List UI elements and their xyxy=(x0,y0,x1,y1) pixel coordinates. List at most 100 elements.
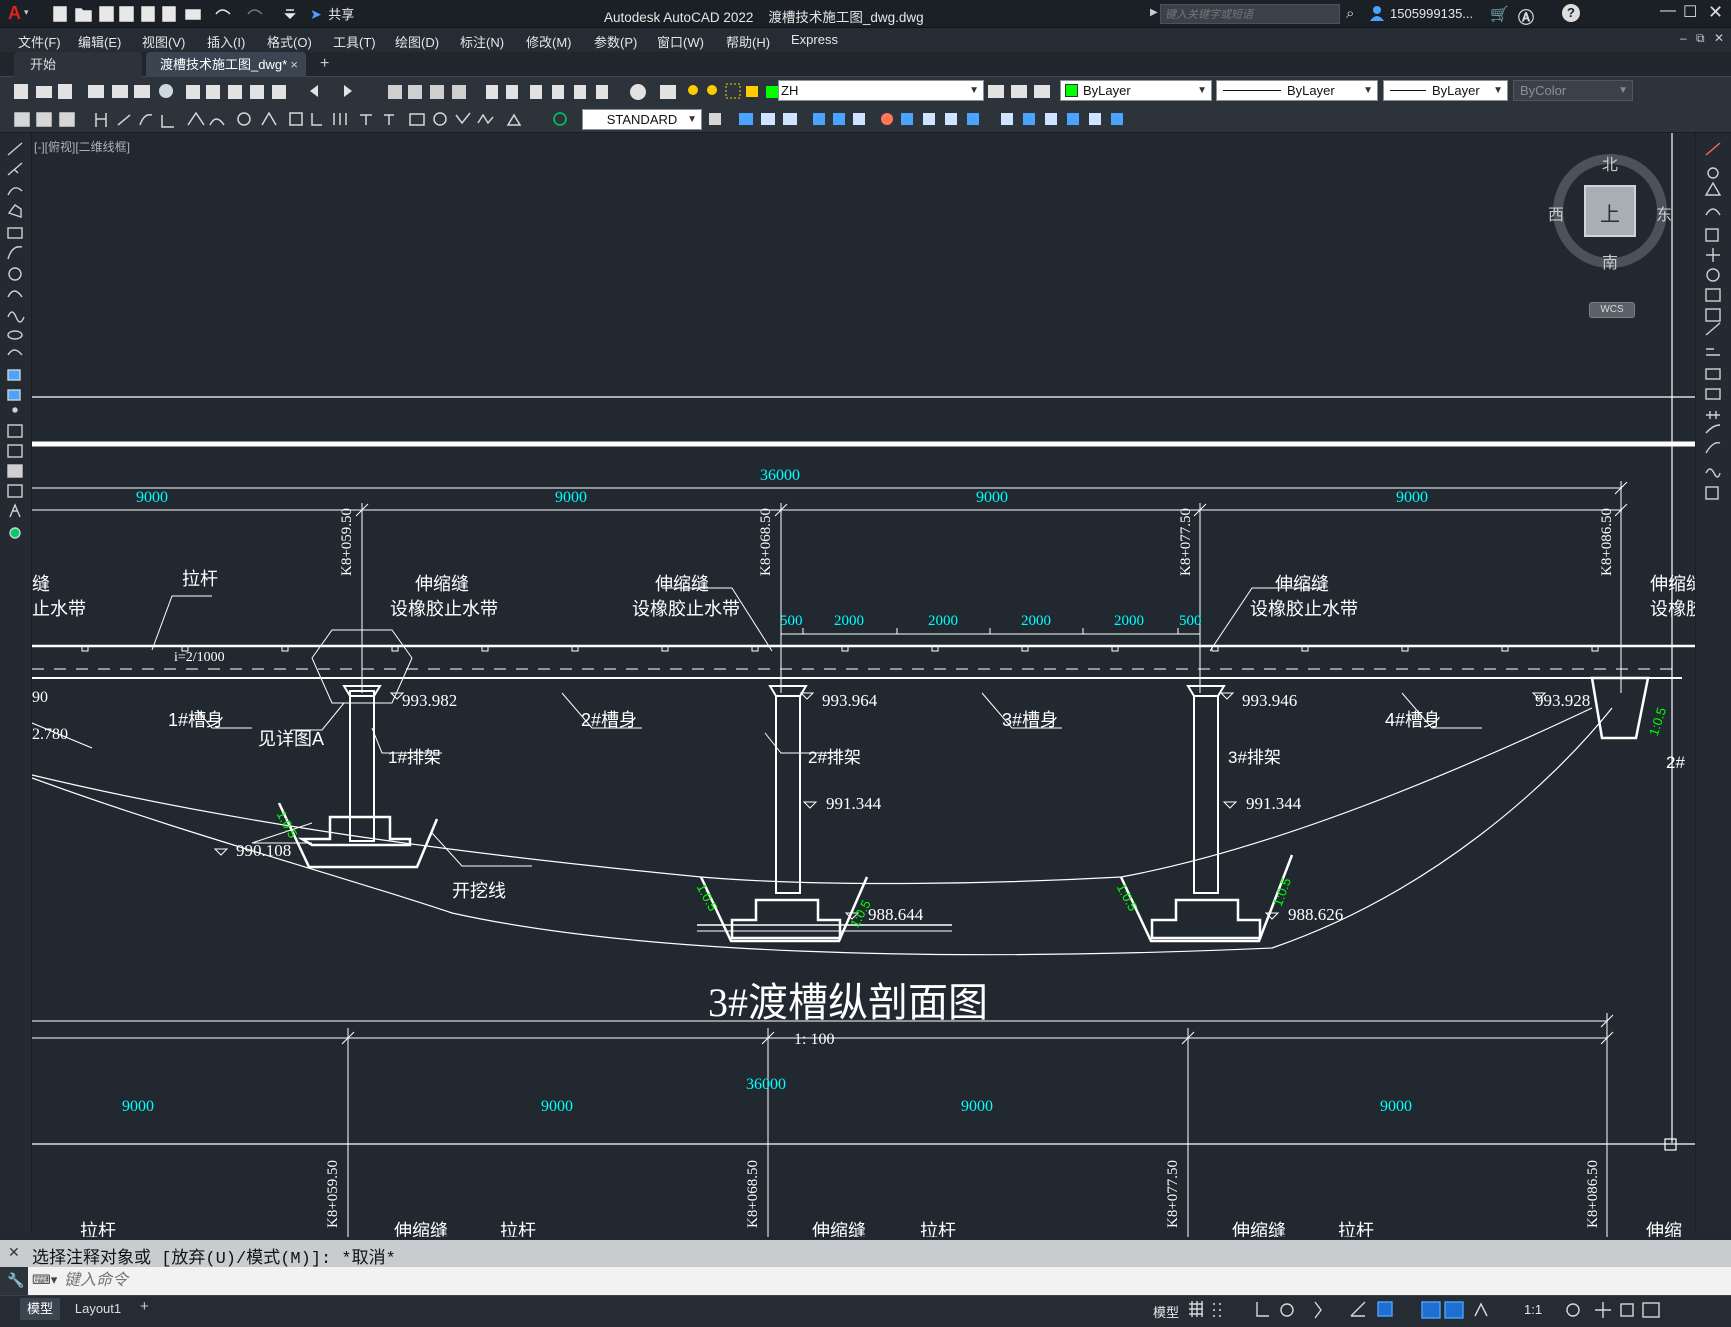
isolate-icon xyxy=(1620,1303,1634,1317)
menu-help[interactable]: 帮助(H) xyxy=(726,32,770,51)
drawing-canvas[interactable]: [-][俯视][二维线框] 北 南 西 东 上 WCS 36000 9000 9… xyxy=(32,133,1695,1237)
help-icon[interactable]: ? xyxy=(1562,4,1580,22)
close-command-icon[interactable]: ✕ xyxy=(8,1244,20,1261)
chevron-down-icon: ▼ xyxy=(1197,85,1207,96)
label-frame-3: 3#排架 xyxy=(1228,748,1281,767)
label-trough-4: 4#槽身 xyxy=(1385,710,1442,730)
color-swatch xyxy=(1065,84,1078,97)
open-icon xyxy=(75,8,92,22)
tab-model-label: 模型 xyxy=(26,1301,53,1316)
span-dimension-4: 9000 xyxy=(1396,489,1428,506)
menu-file[interactable]: 文件(F) xyxy=(18,32,61,51)
cart-icon[interactable]: 🛒 xyxy=(1490,5,1509,23)
app-menu-button[interactable]: A ▾ xyxy=(6,3,36,25)
tab-file-label: 渡槽技术施工图_dwg* xyxy=(160,57,288,72)
chevron-down-icon: ▼ xyxy=(969,85,979,96)
search-field[interactable] xyxy=(1161,6,1339,24)
color-select[interactable]: ByLayer ▼ xyxy=(1060,80,1212,101)
tab-close-icon[interactable]: × xyxy=(290,52,298,77)
label-trough-2: 2#槽身 xyxy=(581,710,638,730)
saveas-icon xyxy=(119,6,134,22)
menu-window[interactable]: 窗口(W) xyxy=(657,32,704,51)
station-bottom-2: K8+068.50 xyxy=(745,1159,761,1228)
sub-dimension-6: 500 xyxy=(1179,613,1202,629)
command-history: ✕ 选择注释对象或 [放弃(U)/模式(M)]: *取消* xyxy=(0,1240,1731,1269)
annotation-scale-value[interactable]: 1:1 xyxy=(1524,1302,1542,1317)
sub-dimension-2: 2000 xyxy=(834,613,864,629)
overall-dimension-bottom: 36000 xyxy=(746,1076,786,1093)
minimize-icon[interactable]: — xyxy=(1660,2,1676,20)
menu-insert[interactable]: 插入(I) xyxy=(207,32,245,51)
tab-model[interactable]: 模型 xyxy=(20,1298,60,1320)
dimension-toolbar: STANDARD ▼ xyxy=(0,105,1731,133)
label-frame-2: 2#排架 xyxy=(808,748,861,767)
menu-format[interactable]: 格式(O) xyxy=(267,32,312,51)
plotstyle-select-value: ByColor xyxy=(1520,83,1567,98)
draw-tools-icons[interactable] xyxy=(0,133,32,573)
model-space-button[interactable]: 模型 xyxy=(1153,1302,1179,1321)
command-prompt-icon[interactable]: ⌨▾ xyxy=(32,1272,57,1288)
menu-dimension[interactable]: 标注(N) xyxy=(460,32,504,51)
quick-access-toolbar xyxy=(50,4,310,24)
tab-current-file[interactable]: 渡槽技术施工图_dwg* × xyxy=(146,52,306,77)
dimension-toolbar-icons[interactable] xyxy=(0,105,580,133)
label-left-elev-1: 90 xyxy=(32,689,48,706)
user-icon[interactable] xyxy=(1370,5,1384,21)
menu-bar: 文件(F) 编辑(E) 视图(V) 插入(I) 格式(O) 工具(T) 绘图(D… xyxy=(0,28,1731,52)
snap-icon xyxy=(1213,1303,1221,1317)
menu-modify[interactable]: 修改(M) xyxy=(526,32,572,51)
share-label: 共享 xyxy=(328,7,355,22)
modify-tools-icons[interactable] xyxy=(1696,133,1731,553)
modify-toolbar-icons[interactable] xyxy=(705,105,1225,133)
linetype-select[interactable]: ByLayer ▼ xyxy=(1216,80,1378,101)
fullscreen-icon xyxy=(1642,1302,1660,1318)
lineweight-select[interactable]: ByLayer ▼ xyxy=(1383,80,1508,101)
label-joint-1: 伸缩缝 xyxy=(415,574,469,594)
elevation-8: 988.644 xyxy=(868,905,924,924)
sub-dimension-4: 2000 xyxy=(1021,613,1051,629)
menu-edit[interactable]: 编辑(E) xyxy=(78,32,121,51)
expand-arrow-icon[interactable]: ▶ xyxy=(1150,7,1158,18)
label-waterstop-3: 设橡胶止水带 xyxy=(1250,599,1358,619)
command-line[interactable]: ⌨▾ xyxy=(28,1267,1731,1295)
wrench-icon[interactable]: 🔧 xyxy=(7,1272,24,1289)
label-waterstop-1: 设橡胶止水带 xyxy=(390,599,498,619)
plotstyle-select[interactable]: ByColor ▼ xyxy=(1513,80,1633,101)
menu-parametric[interactable]: 参数(P) xyxy=(594,32,637,51)
label-left-elev-2: 2.780 xyxy=(32,726,68,743)
drawing-title: 3#渡槽纵剖面图 xyxy=(708,980,988,1025)
modify-toolbar-vertical xyxy=(1695,133,1731,1233)
command-input[interactable] xyxy=(64,1269,1664,1293)
elevation-1: 993.982 xyxy=(402,691,458,710)
osnap-icon xyxy=(1377,1301,1393,1317)
label-joint-3: 伸缩缝 xyxy=(1275,574,1329,594)
user-name[interactable]: 1505999135... xyxy=(1390,6,1473,21)
dynamic-input-icon xyxy=(1350,1301,1366,1317)
tab-start[interactable]: 开始 xyxy=(14,52,142,77)
tab-layout1-label: Layout1 xyxy=(74,1301,122,1316)
ortho-icon xyxy=(1256,1302,1269,1317)
text-style-select[interactable]: STANDARD ▼ xyxy=(582,109,702,130)
search-icon[interactable]: ⌕ xyxy=(1346,5,1354,22)
tab-layout1[interactable]: Layout1 xyxy=(70,1298,126,1320)
close-icon[interactable]: ✕ xyxy=(1708,2,1723,23)
doc-minimize-icon[interactable]: – xyxy=(1680,31,1687,45)
color-select-value: ByLayer xyxy=(1083,83,1131,98)
menu-tools[interactable]: 工具(T) xyxy=(333,32,376,51)
layer-select[interactable]: ZH ▼ xyxy=(778,80,984,101)
elevation-7: 990.108 xyxy=(236,841,292,860)
doc-restore-icon[interactable]: ⧉ xyxy=(1696,31,1705,46)
autodesk-app-icon[interactable]: Ⓐ xyxy=(1518,4,1534,28)
lineweight-icon xyxy=(1421,1301,1441,1319)
menu-draw[interactable]: 绘图(D) xyxy=(395,32,439,51)
span-dimension-bottom-3: 9000 xyxy=(961,1098,993,1115)
status-toggles[interactable] xyxy=(1185,1296,1665,1326)
add-layout-icon[interactable]: + xyxy=(140,1298,149,1315)
new-tab-icon[interactable]: + xyxy=(320,55,329,73)
menu-view[interactable]: 视图(V) xyxy=(142,32,185,51)
menu-express[interactable]: Express xyxy=(791,32,838,47)
share-button[interactable]: ➤ 共享 xyxy=(310,4,354,24)
doc-close-icon[interactable]: ✕ xyxy=(1714,31,1724,45)
maximize-icon[interactable]: ☐ xyxy=(1683,2,1697,22)
search-input[interactable] xyxy=(1160,4,1340,24)
